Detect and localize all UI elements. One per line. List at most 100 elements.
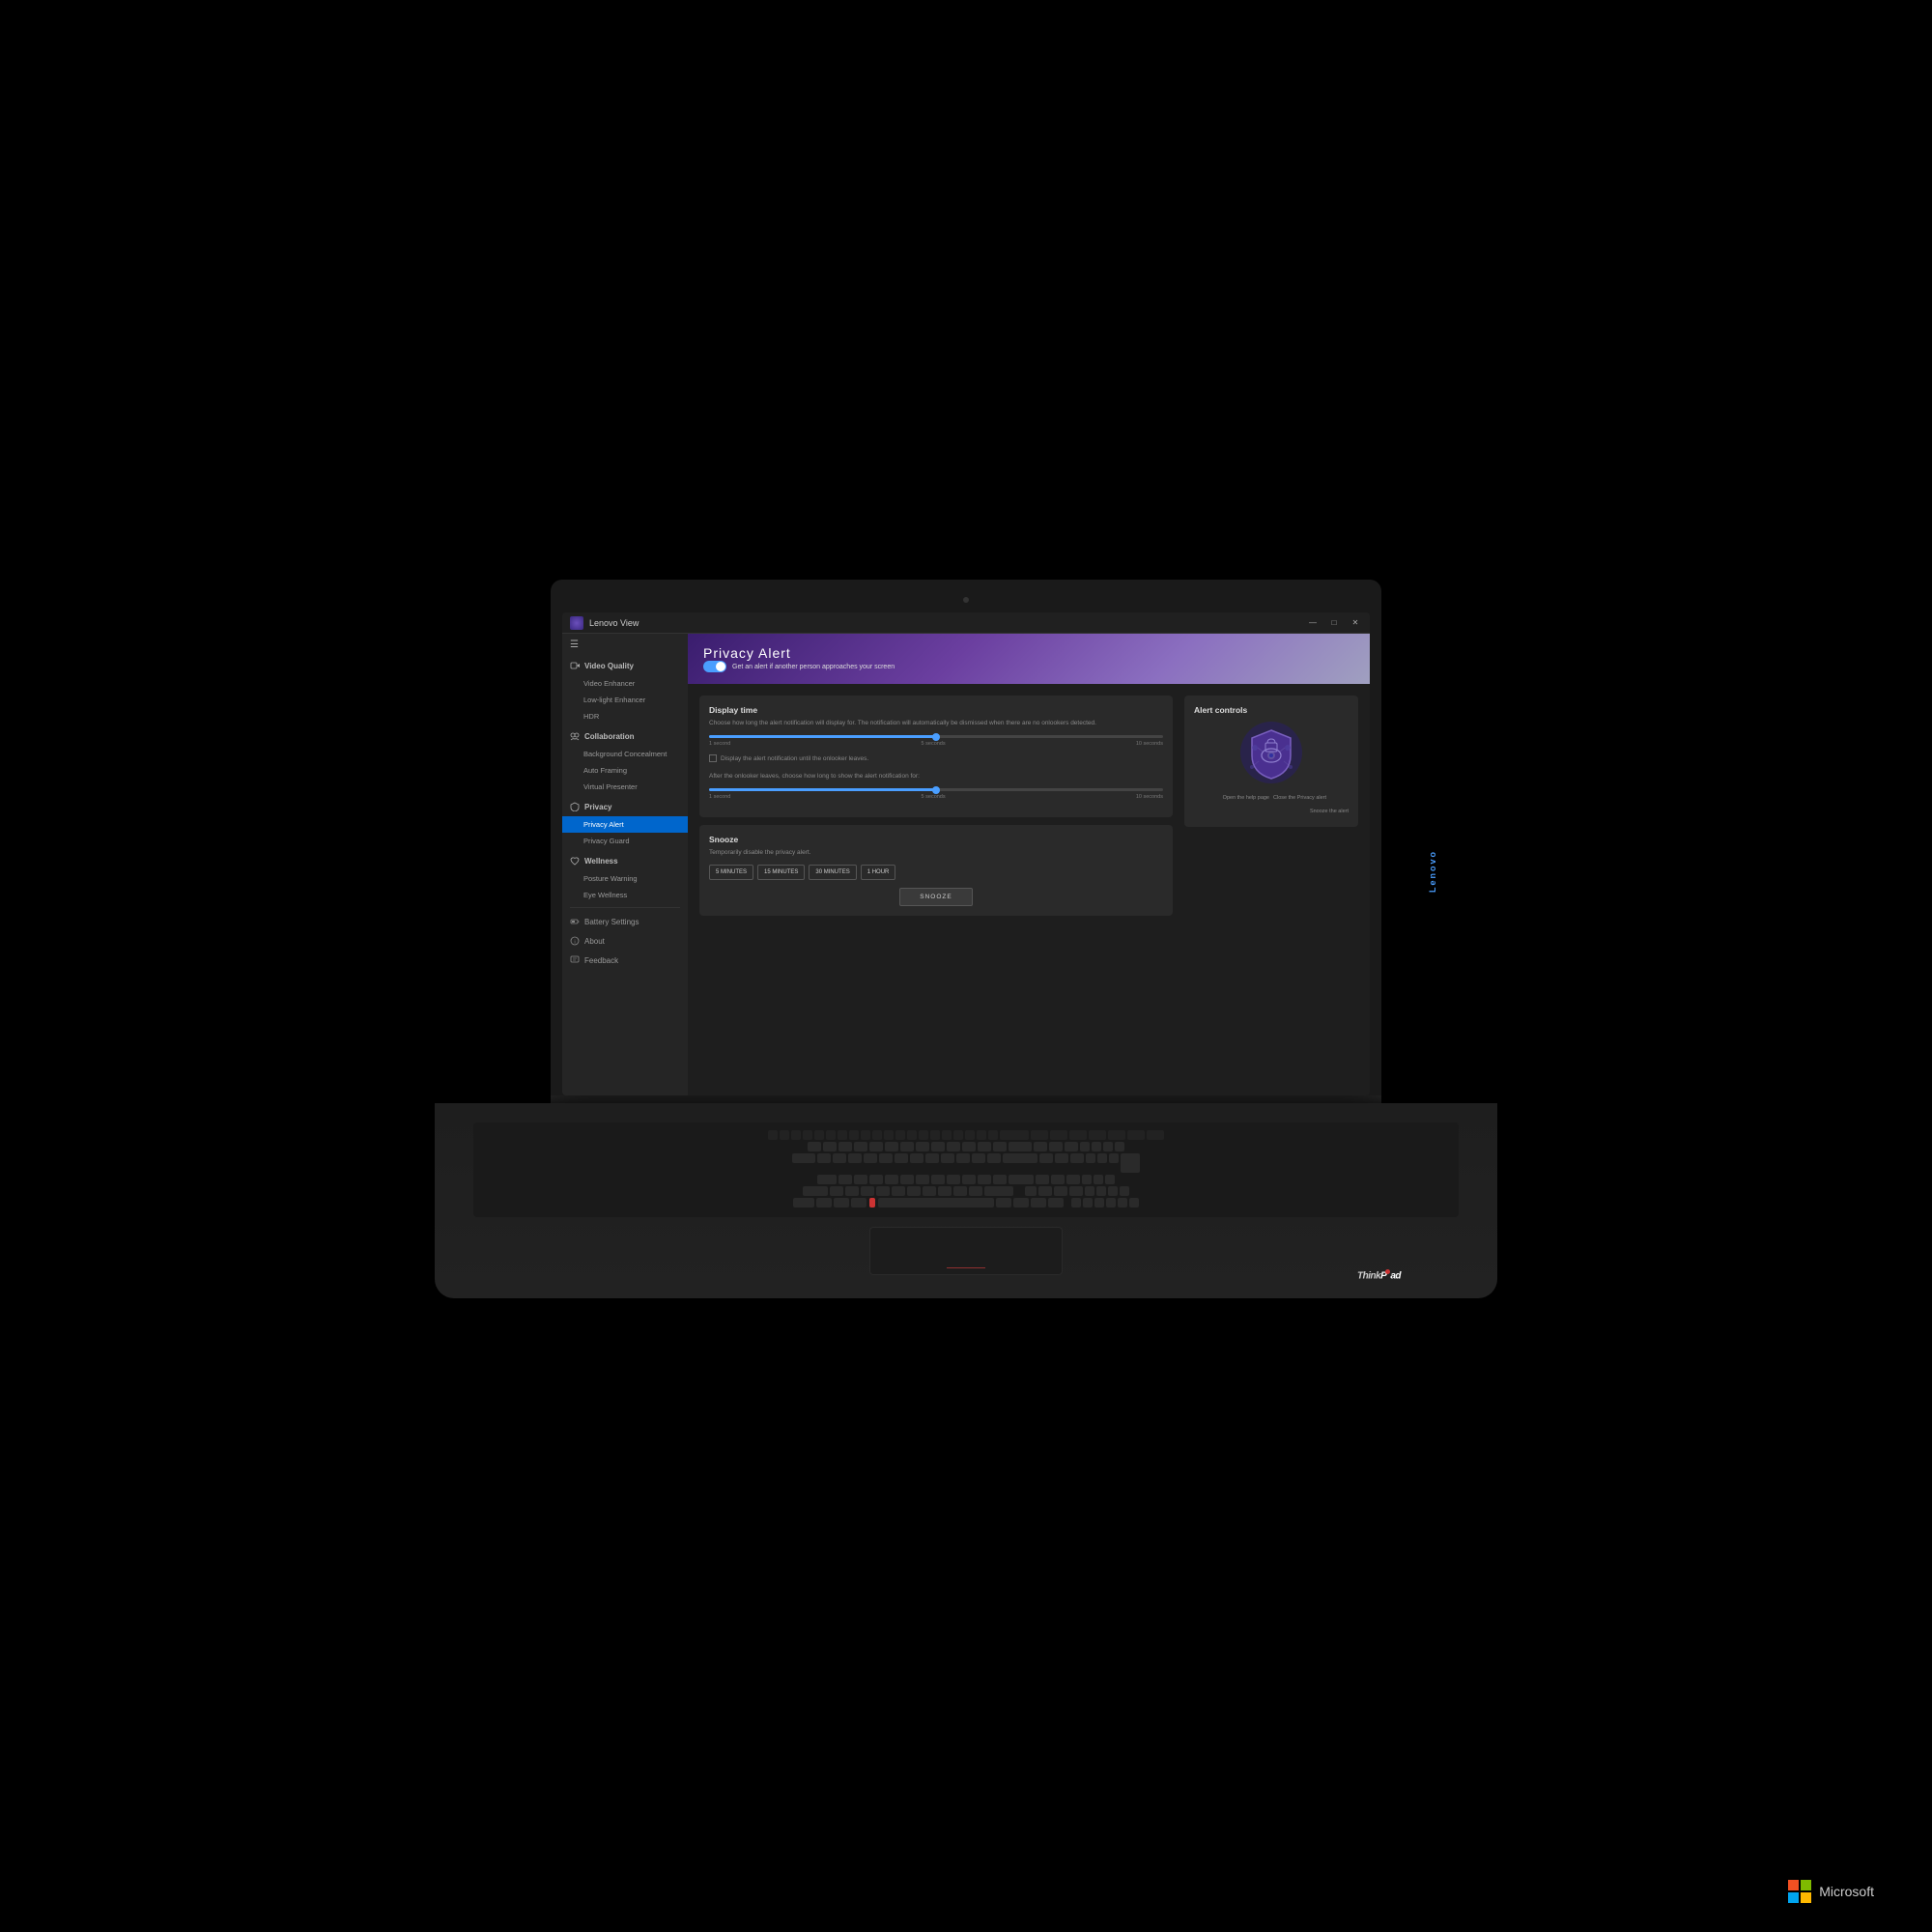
privacy-alert-toggle[interactable] <box>703 661 726 672</box>
sidebar-section-video-quality: Video Quality Video Enhancer Low-light E… <box>562 656 688 724</box>
ms-cell-green <box>1801 1880 1811 1890</box>
sidebar-item-low-light-enhancer[interactable]: Low-light Enhancer <box>562 692 688 708</box>
app-screen: Lenovo View — □ ✕ ☰ <box>562 612 1370 1095</box>
maximize-button[interactable]: □ <box>1327 618 1341 627</box>
microsoft-logo: Microsoft <box>1788 1880 1874 1903</box>
display-time-title: Display time <box>709 705 1163 715</box>
slider-thumb[interactable] <box>932 733 940 741</box>
ms-cell-red <box>1788 1880 1799 1890</box>
checkbox-label: Display the alert notification until the… <box>721 755 868 762</box>
alert-graphic-container <box>1194 719 1349 786</box>
sidebar-section-header-video-quality[interactable]: Video Quality <box>562 656 688 675</box>
slider-labels: 1 second 5 seconds 10 seconds <box>709 741 1163 747</box>
window-controls: — □ ✕ <box>1306 618 1362 627</box>
wellness-icon <box>570 856 580 866</box>
sidebar-section-header-privacy[interactable]: Privacy <box>562 797 688 816</box>
after-slider-labels: 1 second 5 seconds 10 seconds <box>709 794 1163 800</box>
after-slider[interactable]: 1 second 5 seconds 10 seconds <box>709 788 1163 800</box>
after-slider-fill <box>709 788 936 791</box>
page-header: Privacy Alert Get an alert if another pe… <box>688 634 1370 684</box>
display-time-card: Display time Choose how long the alert n… <box>699 696 1173 817</box>
display-time-desc: Choose how long the alert notification w… <box>709 719 1163 727</box>
after-slider-track <box>709 788 1163 791</box>
laptop-hinge <box>551 1095 1381 1103</box>
ms-cell-yellow <box>1801 1892 1811 1903</box>
after-slider-thumb[interactable] <box>932 786 940 794</box>
sidebar-label-collaboration: Collaboration <box>584 732 635 741</box>
snooze-15min-button[interactable]: 15 MINUTES <box>757 865 805 880</box>
sidebar-item-battery-settings[interactable]: Battery Settings <box>562 912 688 931</box>
sidebar-label-wellness: Wellness <box>584 857 618 866</box>
slider-fill <box>709 735 936 738</box>
sidebar: ☰ Video Quality Video Enhancer <box>562 634 688 1095</box>
video-icon <box>570 661 580 670</box>
snooze-duration-buttons: 5 MINUTES 15 MINUTES 30 MINUTES 1 HOUR <box>709 865 1163 880</box>
trackpad[interactable] <box>869 1227 1063 1275</box>
sidebar-item-background-concealment[interactable]: Background Concealment <box>562 746 688 762</box>
sidebar-item-feedback[interactable]: Feedback <box>562 951 688 970</box>
sidebar-item-video-enhancer[interactable]: Video Enhancer <box>562 675 688 692</box>
sidebar-section-wellness: Wellness Posture Warning Eye Wellness <box>562 851 688 903</box>
window-titlebar: Lenovo View — □ ✕ <box>562 612 1370 634</box>
close-button[interactable]: ✕ <box>1349 618 1362 627</box>
sidebar-item-privacy-alert[interactable]: Privacy Alert <box>562 816 688 833</box>
page-subtitle: Get an alert if another person approache… <box>732 664 895 670</box>
snooze-card: Snooze Temporarily disable the privacy a… <box>699 825 1173 916</box>
sidebar-item-privacy-guard[interactable]: Privacy Guard <box>562 833 688 849</box>
sidebar-label-privacy: Privacy <box>584 803 611 811</box>
info-icon: i <box>570 936 580 946</box>
close-privacy-label: Close the Privacy alert <box>1273 794 1349 804</box>
hamburger-button[interactable]: ☰ <box>562 634 688 656</box>
alert-controls-title: Alert controls <box>1194 705 1349 715</box>
snooze-30min-button[interactable]: 30 MINUTES <box>809 865 856 880</box>
webcam-indicator <box>963 597 969 603</box>
sidebar-section-header-wellness[interactable]: Wellness <box>562 851 688 870</box>
feedback-icon <box>570 955 580 965</box>
main-content: Privacy Alert Get an alert if another pe… <box>688 634 1370 1095</box>
thinkpad-logo: ThinkPad <box>1357 1269 1401 1281</box>
feedback-label: Feedback <box>584 956 618 965</box>
battery-settings-label: Battery Settings <box>584 918 639 926</box>
sidebar-item-virtual-presenter[interactable]: Virtual Presenter <box>562 779 688 795</box>
app-icon <box>570 616 583 630</box>
keyboard-area <box>473 1122 1459 1217</box>
privacy-icon <box>570 802 580 811</box>
laptop-base: ThinkPad <box>435 1103 1497 1298</box>
sidebar-item-eye-wellness[interactable]: Eye Wellness <box>562 887 688 903</box>
alert-controls-card: Alert controls <box>1184 696 1358 827</box>
microsoft-grid-icon <box>1788 1880 1811 1903</box>
open-help-label: Open the help page <box>1194 794 1269 804</box>
ms-cell-blue <box>1788 1892 1799 1903</box>
snooze-5min-button[interactable]: 5 MINUTES <box>709 865 753 880</box>
microsoft-label: Microsoft <box>1819 1884 1874 1899</box>
page-title: Privacy Alert <box>703 645 895 661</box>
sidebar-item-posture-warning[interactable]: Posture Warning <box>562 870 688 887</box>
after-desc: After the onlooker leaves, choose how lo… <box>709 772 1163 781</box>
about-label: About <box>584 937 605 946</box>
snooze-button[interactable]: SNOOZE <box>899 888 972 906</box>
sidebar-section-collaboration: Collaboration Background Concealment Aut… <box>562 726 688 795</box>
battery-icon <box>570 917 580 926</box>
sidebar-divider <box>570 907 680 908</box>
display-until-leaves-checkbox[interactable] <box>709 754 717 762</box>
window-title: Lenovo View <box>589 618 1306 628</box>
collab-icon <box>570 731 580 741</box>
snooze-1hour-button[interactable]: 1 HOUR <box>861 865 896 880</box>
trackpad-area <box>473 1227 1459 1275</box>
svg-text:i: i <box>574 940 575 946</box>
alert-shield-svg <box>1237 719 1305 786</box>
snooze-desc: Temporarily disable the privacy alert. <box>709 848 1163 857</box>
sidebar-item-about[interactable]: i About <box>562 931 688 951</box>
sidebar-section-header-collaboration[interactable]: Collaboration <box>562 726 688 746</box>
lenovo-screen-label: Lenovo <box>1428 850 1437 893</box>
sidebar-section-privacy: Privacy Privacy Alert Privacy Guard <box>562 797 688 849</box>
sidebar-item-auto-framing[interactable]: Auto Framing <box>562 762 688 779</box>
snooze-title: Snooze <box>709 835 1163 844</box>
sidebar-label-video-quality: Video Quality <box>584 662 634 670</box>
snooze-alert-label: Snooze the alert <box>1310 808 1349 817</box>
sidebar-item-hdr[interactable]: HDR <box>562 708 688 724</box>
display-time-slider[interactable]: 1 second 5 seconds 10 seconds <box>709 735 1163 747</box>
alert-controls-labels: Open the help page Close the Privacy ale… <box>1194 794 1349 817</box>
minimize-button[interactable]: — <box>1306 618 1320 627</box>
checkbox-row: Display the alert notification until the… <box>709 754 1163 762</box>
